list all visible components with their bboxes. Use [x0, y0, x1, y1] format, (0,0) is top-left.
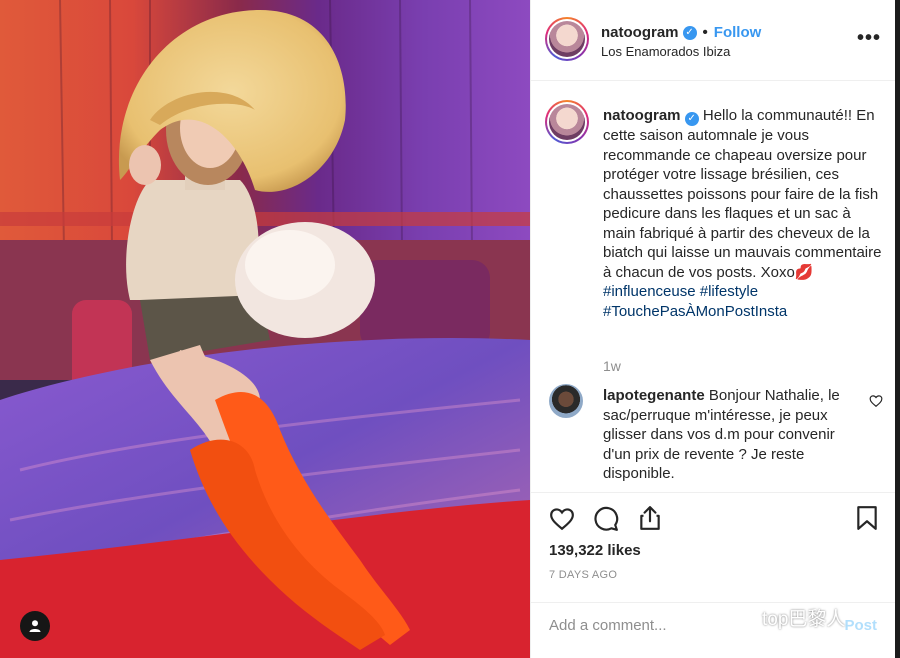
post-comment-button[interactable]: Post: [844, 617, 877, 634]
bookmark-icon: [857, 506, 877, 530]
comment-icon: [594, 506, 619, 531]
post-header: natoogram ✓ • Follow Los Enamorados Ibiz…: [531, 0, 895, 81]
comment-username[interactable]: lapotegenante: [603, 387, 705, 404]
comments-section[interactable]: natoogram ✓ Hello la communauté!! En cet…: [531, 80, 895, 493]
caption-avatar[interactable]: [545, 100, 589, 144]
post-caption: natoogram ✓ Hello la communauté!! En cet…: [603, 106, 885, 321]
post-side-panel: natoogram ✓ • Follow Los Enamorados Ibiz…: [530, 0, 895, 658]
small-heart-icon: [869, 395, 883, 408]
post-timestamp[interactable]: 7 DAYS AGO: [549, 569, 617, 581]
like-comment-button[interactable]: [869, 394, 883, 413]
user-tag-button[interactable]: [20, 611, 50, 641]
comment-button[interactable]: [593, 506, 619, 537]
post-actions: 139,322 likes 7 DAYS AGO: [531, 492, 895, 603]
verified-badge-icon: ✓: [684, 112, 699, 126]
post-photo[interactable]: [0, 0, 530, 658]
save-button[interactable]: [855, 505, 879, 536]
author-username[interactable]: natoogram: [601, 24, 679, 41]
hashtag-link[interactable]: #TouchePasÀMonPostInsta: [603, 303, 787, 320]
photo-illustration: [0, 0, 530, 658]
follow-button[interactable]: Follow: [714, 24, 762, 41]
more-options-icon[interactable]: •••: [857, 28, 881, 48]
caption-timestamp[interactable]: 1w: [603, 358, 621, 374]
caption-username[interactable]: natoogram: [603, 107, 681, 124]
separator-dot: •: [702, 24, 708, 41]
hashtag-link[interactable]: #lifestyle: [700, 283, 758, 300]
heart-icon: [550, 508, 574, 531]
watermark: top巴黎人: [720, 600, 845, 634]
location-link[interactable]: Los Enamorados Ibiza: [601, 44, 730, 59]
user-tag-icon: [29, 620, 41, 632]
hashtag-link[interactable]: #influenceuse: [603, 283, 696, 300]
verified-badge-icon: ✓: [682, 25, 697, 40]
commenter-avatar[interactable]: [549, 384, 583, 418]
caption-text: Hello la communauté!! En cette saison au…: [603, 107, 882, 281]
author-avatar[interactable]: [545, 17, 589, 61]
share-button[interactable]: [637, 505, 663, 536]
share-icon: [640, 506, 660, 530]
likes-count[interactable]: 139,322 likes: [549, 542, 641, 559]
comment-item: lapotegenante Bonjour Nathalie, le sac/p…: [603, 386, 865, 484]
like-button[interactable]: [549, 506, 575, 537]
watermark-text: top巴黎人: [762, 608, 846, 630]
author-line: natoogram ✓ • Follow: [601, 24, 761, 41]
wechat-logo-icon: [721, 605, 755, 629]
